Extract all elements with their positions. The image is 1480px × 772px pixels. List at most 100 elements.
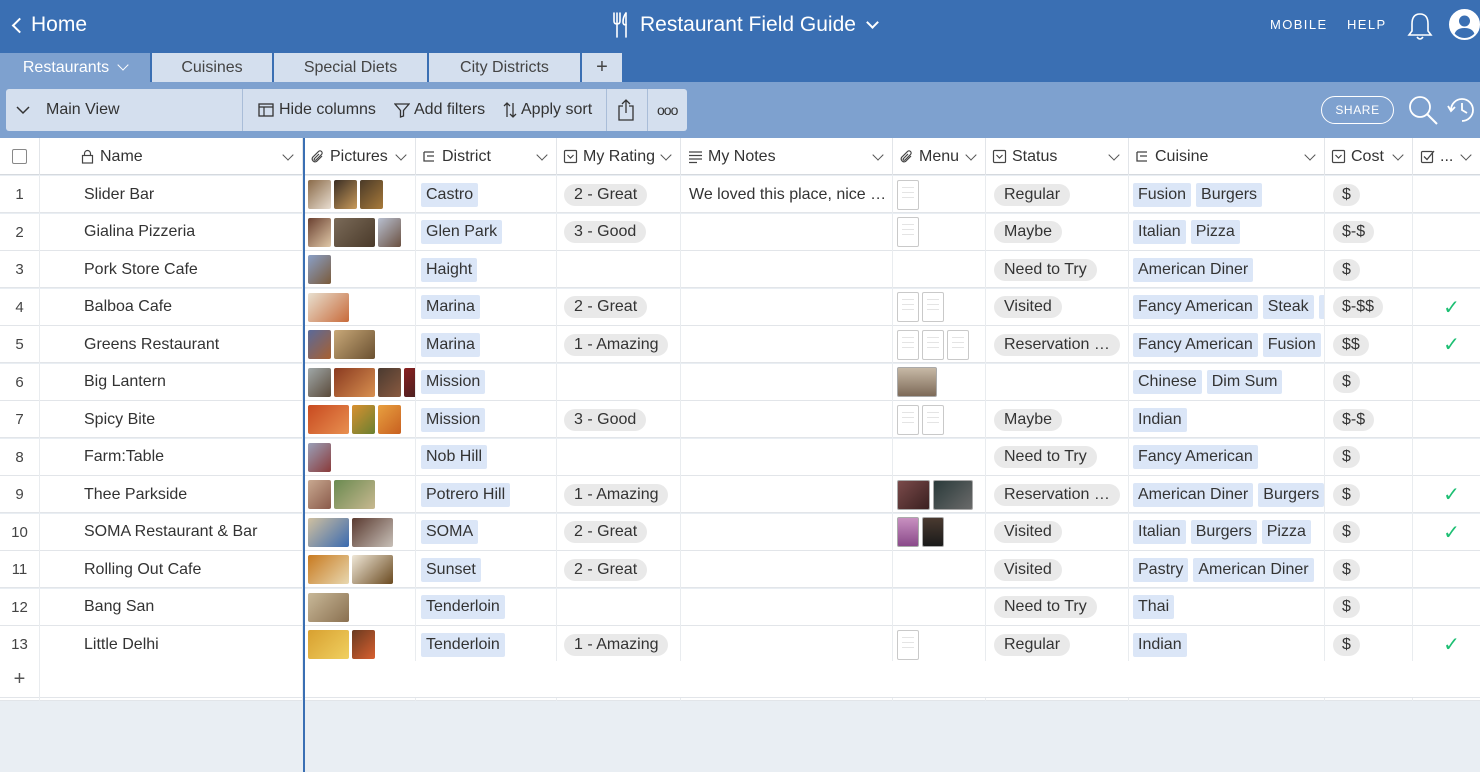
status-cell[interactable]: Need to Try: [986, 588, 1129, 626]
district-chip[interactable]: Glen Park: [421, 220, 503, 244]
table-row[interactable]: 13 Little Delhi Tenderloin 1 - Amazing Regul…: [0, 626, 1480, 663]
visited-checkbox-cell[interactable]: [1413, 176, 1480, 213]
picture-thumbnail[interactable]: [308, 405, 349, 434]
picture-thumbnail[interactable]: [378, 367, 401, 397]
pictures-cell[interactable]: [305, 513, 416, 551]
cuisine-cell[interactable]: Italian Burgers Pizza: [1129, 513, 1325, 551]
cuisine-chip[interactable]: Pastry: [1133, 557, 1189, 582]
menu-attachment[interactable]: [947, 329, 969, 360]
more-options-button[interactable]: ooo: [657, 89, 678, 131]
name-cell[interactable]: Slider Bar: [40, 176, 303, 213]
pictures-cell[interactable]: [305, 401, 416, 438]
row-number[interactable]: 9: [0, 476, 40, 513]
notes-cell[interactable]: [681, 626, 893, 663]
cuisine-cell[interactable]: American Diner Burgers: [1129, 476, 1325, 513]
picture-thumbnail[interactable]: [308, 367, 331, 397]
visited-checkbox-cell[interactable]: [1413, 589, 1480, 626]
status-cell[interactable]: Regular: [986, 626, 1129, 663]
picture-thumbnail[interactable]: [308, 555, 349, 584]
pictures-cell[interactable]: [305, 438, 416, 476]
cuisine-chip[interactable]: Fusion: [1262, 332, 1321, 357]
district-cell[interactable]: Mission: [416, 363, 557, 401]
cuisine-cell[interactable]: Fancy American: [1129, 438, 1325, 476]
notes-cell[interactable]: [681, 363, 893, 401]
row-number[interactable]: 8: [0, 438, 40, 476]
cost-cell[interactable]: $: [1325, 251, 1413, 288]
cuisine-chip[interactable]: Fancy American: [1133, 332, 1258, 357]
visited-checkbox-cell[interactable]: ✓: [1413, 289, 1480, 326]
menu-cell[interactable]: [893, 363, 986, 401]
tab-restaurants[interactable]: Restaurants: [0, 53, 150, 82]
notes-cell[interactable]: We loved this place, nice …: [681, 176, 893, 213]
cuisine-chip[interactable]: Indian: [1133, 632, 1187, 657]
frozen-column-divider[interactable]: [303, 138, 305, 772]
row-number[interactable]: 3: [0, 251, 40, 288]
cuisine-chip[interactable]: Steak: [1262, 295, 1314, 319]
rating-cell[interactable]: 2 - Great: [557, 551, 681, 588]
picture-thumbnail[interactable]: [334, 180, 357, 209]
menu-cell[interactable]: [893, 401, 986, 438]
status-cell[interactable]: Regular: [986, 176, 1129, 213]
district-cell[interactable]: Castro: [416, 176, 557, 213]
chevron-down-icon[interactable]: [1392, 149, 1404, 161]
cuisine-chip[interactable]: American Diner: [1193, 557, 1314, 582]
name-cell[interactable]: Gialina Pizzeria: [40, 213, 303, 251]
column-header-status[interactable]: Status: [986, 138, 1129, 175]
menu-attachment[interactable]: [922, 517, 944, 547]
column-header-menu[interactable]: Menu: [893, 138, 986, 175]
district-chip[interactable]: Marina: [421, 332, 480, 357]
cuisine-cell[interactable]: Thai: [1129, 588, 1325, 626]
status-cell[interactable]: Reservation …: [986, 476, 1129, 513]
status-cell[interactable]: Reservation …: [986, 326, 1129, 363]
menu-cell[interactable]: [893, 213, 986, 251]
status-cell[interactable]: [986, 363, 1129, 401]
add-record-row[interactable]: +: [0, 661, 1480, 698]
table-row[interactable]: 12 Bang San Tenderloin Need to Try Thai $: [0, 588, 1480, 626]
cuisine-chip[interactable]: Italian: [1133, 220, 1186, 244]
name-cell[interactable]: Big Lantern: [40, 363, 303, 401]
district-cell[interactable]: Marina: [416, 288, 557, 326]
district-chip[interactable]: Mission: [421, 370, 486, 394]
table-row[interactable]: 8 Farm:Table Nob Hill Need to Try Fancy Amer…: [0, 438, 1480, 476]
cuisine-chip[interactable]: Pizza: [1261, 520, 1311, 544]
picture-thumbnail[interactable]: [308, 630, 349, 659]
row-number[interactable]: 5: [0, 326, 40, 363]
view-switcher[interactable]: Main View: [16, 89, 120, 131]
cost-cell[interactable]: $-$: [1325, 213, 1413, 251]
table-row[interactable]: 9 Thee Parkside Potrero Hill 1 - Amazing Res…: [0, 476, 1480, 513]
district-chip[interactable]: Tenderloin: [421, 632, 505, 657]
menu-attachment[interactable]: [922, 292, 944, 322]
menu-cell[interactable]: [893, 176, 986, 213]
notes-cell[interactable]: [681, 513, 893, 551]
picture-thumbnail[interactable]: [308, 442, 331, 472]
bell-icon[interactable]: [1407, 11, 1433, 41]
cost-cell[interactable]: $: [1325, 438, 1413, 476]
column-header-cost[interactable]: Cost: [1325, 138, 1413, 175]
rating-cell[interactable]: 1 - Amazing: [557, 626, 681, 663]
cuisine-cell[interactable]: Pastry American Diner: [1129, 551, 1325, 588]
row-number[interactable]: 6: [0, 363, 40, 401]
table-row[interactable]: 10 SOMA Restaurant & Bar SOMA 2 - Great Visi…: [0, 513, 1480, 551]
picture-thumbnail[interactable]: [378, 217, 401, 247]
status-cell[interactable]: Need to Try: [986, 438, 1129, 476]
table-row[interactable]: 2 Gialina Pizzeria Glen Park 3 - Good Maybe I…: [0, 213, 1480, 251]
notes-cell[interactable]: [681, 251, 893, 288]
chevron-down-icon[interactable]: [282, 149, 294, 161]
chevron-down-icon[interactable]: [395, 149, 407, 161]
notes-cell[interactable]: [681, 213, 893, 251]
menu-attachment[interactable]: [897, 404, 919, 435]
menu-attachment[interactable]: [897, 517, 919, 547]
notes-cell[interactable]: [681, 476, 893, 513]
rating-cell[interactable]: 2 - Great: [557, 176, 681, 213]
notes-cell[interactable]: [681, 588, 893, 626]
name-cell[interactable]: Thee Parkside: [40, 476, 303, 513]
district-cell[interactable]: Potrero Hill: [416, 476, 557, 513]
name-cell[interactable]: Greens Restaurant: [40, 326, 303, 363]
table-row[interactable]: 1 Slider Bar Castro 2 - Great We loved this …: [0, 176, 1480, 213]
visited-checkbox-cell[interactable]: [1413, 439, 1480, 476]
tab-city-districts[interactable]: City Districts: [429, 53, 580, 82]
name-cell[interactable]: Bang San: [40, 588, 303, 626]
visited-checkbox-cell[interactable]: [1413, 551, 1480, 588]
apply-sort-button[interactable]: Apply sort: [503, 89, 592, 131]
chevron-down-icon[interactable]: [872, 149, 884, 161]
